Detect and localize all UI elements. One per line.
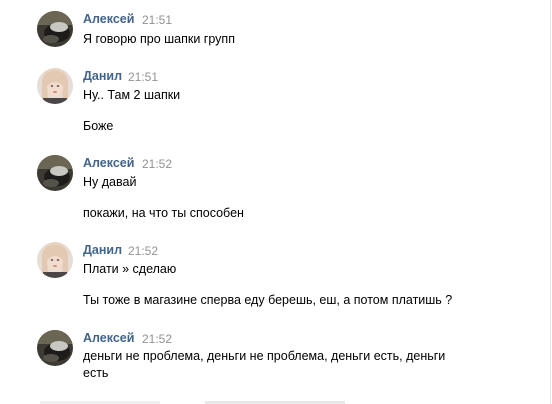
message-text: Плати » сделаю <box>83 262 177 276</box>
message-time[interactable]: 21:52 <box>142 332 172 346</box>
message-author[interactable]: Алексей <box>83 156 134 170</box>
avatar-image <box>37 330 73 366</box>
avatar-aleksey[interactable] <box>37 330 73 366</box>
message-time[interactable]: 21:51 <box>128 70 158 84</box>
message-group: Алексей 21:51 Я говорю про шапки групп <box>0 11 540 51</box>
message-author[interactable]: Алексей <box>83 12 134 26</box>
avatar-image <box>37 242 73 278</box>
message-group: Алексей 21:52 Ну давай покажи, на что ты… <box>0 155 540 227</box>
avatar-aleksey[interactable] <box>37 155 73 191</box>
message-text: деньги не проблема, деньги не проблема, … <box>83 349 446 380</box>
message-time[interactable]: 21:51 <box>142 13 172 27</box>
scrollbar-track[interactable] <box>550 0 551 404</box>
message-time[interactable]: 21:52 <box>128 244 158 258</box>
message-text: Боже <box>83 119 114 133</box>
avatar-danil[interactable] <box>37 68 73 104</box>
message-author[interactable]: Данил <box>83 69 122 83</box>
avatar-image <box>37 68 73 104</box>
message-group: Алексей 21:52 деньги не проблема, деньги… <box>0 330 540 386</box>
chat-history: Алексей 21:51 Я говорю про шапки групп Д… <box>0 0 552 404</box>
message-text: Ну давай <box>83 175 137 189</box>
avatar-image <box>37 155 73 191</box>
message-group: Данил 21:52 Плати » сделаю Ты тоже в маг… <box>0 242 540 314</box>
message-text: покажи, на что ты способен <box>83 206 244 220</box>
message-time[interactable]: 21:52 <box>142 157 172 171</box>
message-group: Данил 21:51 Ну.. Там 2 шапки Боже <box>0 68 540 140</box>
message-text: Ну.. Там 2 шапки <box>83 88 181 102</box>
message-author[interactable]: Данил <box>83 243 122 257</box>
message-author[interactable]: Алексей <box>83 331 134 345</box>
avatar-aleksey[interactable] <box>37 11 73 47</box>
avatar-danil[interactable] <box>37 242 73 278</box>
avatar-image <box>37 11 73 47</box>
message-text: Ты тоже в магазине сперва еду берешь, еш… <box>83 293 453 307</box>
message-text: Я говорю про шапки групп <box>83 32 235 46</box>
